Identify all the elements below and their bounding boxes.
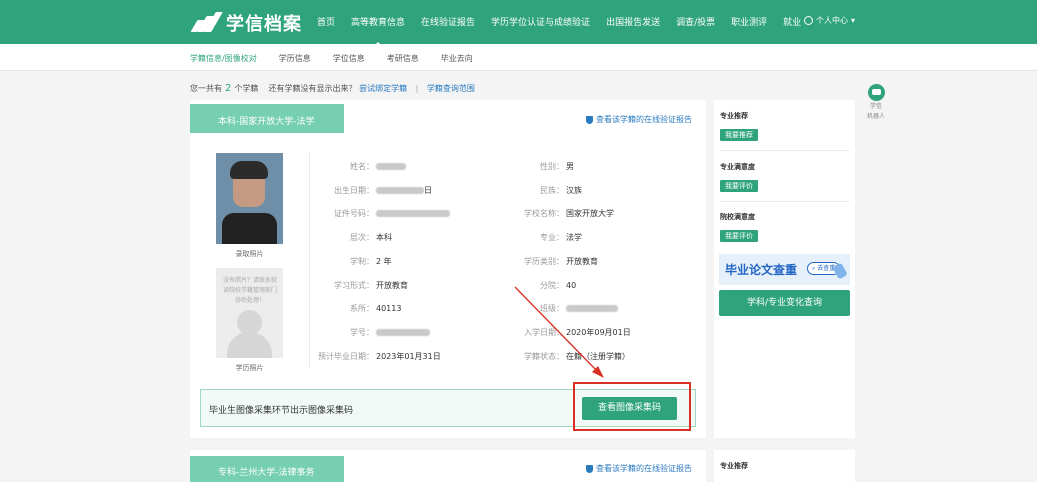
top-navigation-bar: 学信档案 首页 高等教育信息 在线验证报告 学历学位认证与成绩验证 出国报告发送… [0, 0, 1037, 47]
summary-question: 还有学籍没有显示出来？ [268, 84, 357, 93]
field-student-id: 学号： [306, 327, 430, 338]
user-center-menu[interactable]: 个人中心 ▾ [804, 15, 855, 26]
field-gender: 性别：男 [540, 162, 574, 171]
record-summary: 您一共有 2 个学籍 还有学籍没有显示出来？ 尝试绑定学籍 | 学籍查询范围 [190, 83, 475, 94]
pointer-hand-icon [832, 262, 848, 280]
subnav-item-degree[interactable]: 学位信息 [333, 53, 365, 64]
graduation-photo-placeholder: 没有照片？请联系就读院校学籍管理部门协助处理！ [216, 268, 283, 358]
field-education-type: 学历类别： 开放教育 [524, 257, 598, 266]
verification-report-link-2[interactable]: 查看该学籍的在线验证报告 [586, 463, 692, 474]
field-branch: 分院： 40 [540, 281, 577, 290]
field-status: 学籍状态： 在籍（注册学籍） [524, 352, 630, 361]
site-logo[interactable]: 学信档案 [188, 10, 302, 36]
highlight-box [573, 382, 691, 431]
major-recommend-title-2: 专业推荐 [720, 462, 748, 470]
user-center-label: 个人中心 [816, 16, 848, 25]
field-name-value-redacted [376, 163, 406, 170]
user-icon [804, 16, 813, 25]
record-count: 2 [225, 83, 232, 94]
field-level: 层次： 本科 [350, 233, 392, 242]
graduation-photo-label: 学历照片 [235, 364, 264, 372]
subnav-item-graduate-destination[interactable]: 毕业去向 [441, 53, 473, 64]
field-department: 系所： 40113 [350, 304, 402, 313]
recommend-button[interactable]: 我要推荐 [720, 129, 758, 141]
field-major: 专业： 法学 [540, 233, 582, 242]
logo-mark-icon [188, 12, 223, 34]
summary-prefix: 您一共有 [190, 84, 222, 93]
field-id-number: 证件号码： [306, 208, 450, 219]
nav-item-higher-education[interactable]: 高等教育信息 [351, 15, 405, 47]
admission-photo [216, 153, 283, 244]
thesis-check-banner[interactable]: 毕业论文查重 ⌕ 去查重 [719, 254, 850, 285]
bind-record-link[interactable]: 尝试绑定学籍 [359, 84, 407, 93]
field-student-id-redacted [376, 329, 430, 336]
subnav-item-student-status[interactable]: 学籍信息/图像校对 [190, 53, 257, 64]
chevron-down-icon: ▾ [851, 16, 856, 25]
subnav-item-education[interactable]: 学历信息 [279, 53, 311, 64]
admission-photo-label: 录取照片 [235, 250, 264, 258]
right-sidebar: 专业推荐 我要推荐 专业满意度 我要评价 院校满意度 我要评价 毕业论文查重 ⌕… [714, 100, 855, 438]
school-satisfaction-title: 院校满意度 [720, 213, 755, 221]
nav-item-overseas-report[interactable]: 出国报告发送 [606, 15, 660, 28]
field-ethnicity: 民族： 汉族 [540, 186, 582, 195]
nav-item-degree-certification[interactable]: 学历学位认证与成绩验证 [491, 15, 590, 28]
major-satisfaction-title: 专业满意度 [720, 163, 755, 171]
field-duration: 学制： 2 年 [350, 257, 392, 266]
shield-icon [586, 115, 593, 124]
rate-school-button[interactable]: 我要评价 [720, 230, 758, 242]
subnav-item-postgraduate-exam[interactable]: 考研信息 [387, 53, 419, 64]
field-birth-date: 出生日期：日 [334, 186, 432, 195]
right-sidebar-2: 专业推荐 [714, 450, 855, 482]
chat-robot[interactable]: 学信 机器人 [866, 84, 886, 121]
record-title-tab: 本科-国家开放大学-法学 [190, 104, 344, 133]
shield-icon [586, 464, 593, 473]
query-range-link[interactable]: 学籍查询范围 [427, 84, 475, 93]
banner-text: 毕业论文查重 [725, 263, 798, 277]
summary-suffix: 个学籍 [234, 84, 259, 93]
summary-separator: | [415, 84, 419, 93]
record-title-tab-2: 专科-兰州大学-法律事务 [190, 456, 344, 482]
nav-item-employment[interactable]: 就业 [783, 15, 801, 28]
rate-major-button[interactable]: 我要评价 [720, 180, 758, 192]
photo-placeholder-text: 没有照片？请联系就读院校学籍管理部门协助处理！ [222, 277, 277, 304]
nav-item-home[interactable]: 首页 [317, 15, 335, 28]
student-record-card-2: 专科-兰州大学-法律事务 查看该学籍的在线验证报告 [190, 450, 706, 482]
nav-item-online-verification[interactable]: 在线验证报告 [421, 15, 475, 28]
verification-report-label: 查看该学籍的在线验证报告 [596, 115, 692, 124]
robot-icon [867, 84, 885, 101]
sub-navigation: 学籍信息/图像校对 学历信息 学位信息 考研信息 毕业去向 [0, 44, 1037, 71]
verification-report-link[interactable]: 查看该学籍的在线验证报告 [586, 114, 692, 125]
field-school-name: 学校名称： 国家开放大学 [524, 209, 614, 218]
major-recommend-title: 专业推荐 [720, 112, 748, 120]
logo-text: 学信档案 [226, 14, 302, 35]
main-nav: 首页 高等教育信息 在线验证报告 学历学位认证与成绩验证 出国报告发送 调查/投… [317, 15, 817, 47]
field-class: 班级： [496, 303, 618, 314]
notice-text: 毕业生图像采集环节出示图像采集码 [209, 406, 354, 416]
field-class-redacted [566, 305, 618, 312]
field-enrollment-date: 入学日期： 2020年09月01日 [524, 328, 631, 337]
field-study-mode: 学习形式： 开放教育 [334, 281, 408, 290]
field-name: 姓名： [306, 161, 406, 172]
nav-item-survey-vote[interactable]: 调查/投票 [676, 15, 715, 28]
field-expected-graduation: 预计毕业日期： 2023年01月31日 [318, 352, 441, 361]
field-id-value-redacted [376, 210, 450, 217]
major-change-query-button[interactable]: 学科/专业变化查询 [719, 290, 850, 316]
nav-item-career-assessment[interactable]: 职业测评 [731, 15, 767, 28]
